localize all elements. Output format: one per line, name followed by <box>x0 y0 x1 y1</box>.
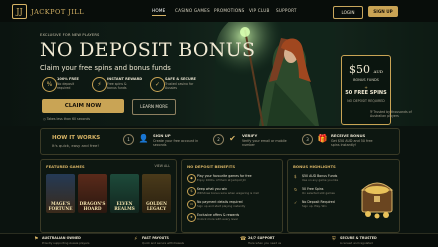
nav-support[interactable]: SUPPORT <box>276 8 297 13</box>
nav-casino-games[interactable]: CASINO GAMES <box>175 8 210 13</box>
feature-title: 100% FREE <box>57 77 79 81</box>
highlight-desc: Use on any game you like <box>302 178 339 182</box>
footer-bar: ⚑ AUSTRALIAN OWNED Proudly supporting Au… <box>0 233 438 247</box>
featured-games-title: FEATURED GAMES <box>46 164 85 169</box>
bonus-amount: $50 AUD <box>342 64 390 77</box>
hero-eyebrow: EXCLUSIVE FOR NEW PLAYERS <box>40 33 100 37</box>
game-card[interactable]: DRAGON'S HOARD <box>78 174 107 213</box>
step-desc: Verify your email or mobile number <box>242 139 287 147</box>
nav-promotions[interactable]: PROMOTIONS <box>214 8 245 13</box>
step-title: RECEIVE BONUS <box>331 133 366 138</box>
learn-more-button[interactable]: LEARN MORE <box>132 99 176 115</box>
step-title: VERIFY <box>242 133 258 138</box>
game-title: GOLDEN LEGACY <box>146 201 167 211</box>
feature-desc: Trusted casino for Aussies <box>165 82 194 90</box>
fine-print: ◷ Takes less than 60 seconds <box>43 117 90 121</box>
user-icon: 👤 <box>138 134 149 143</box>
game-title: DRAGON'S HOARD <box>79 201 106 211</box>
shield-icon: ⛨ <box>332 236 336 242</box>
sorceress-illustration <box>215 22 335 126</box>
highlight-desc: Sign up. Play. Win <box>302 204 327 208</box>
nav-vip-club[interactable]: VIP CLUB <box>249 8 270 13</box>
coin-icon: $ <box>294 174 297 179</box>
signup-button[interactable]: SIGN UP <box>368 6 398 17</box>
claim-now-button[interactable]: CLAIM NOW <box>42 99 124 113</box>
treasure-chest-icon <box>360 182 394 219</box>
joystick-icon: ◆ <box>187 174 196 183</box>
feature-title: INSTANT REWARD <box>107 77 143 81</box>
game-card[interactable]: MAGE'S FORTUNE <box>46 174 75 213</box>
bonus-highlights-panel: BONUS HIGHLIGHTS $ $50 AUD Bonus Funds U… <box>287 159 400 233</box>
logo-text: JACKPOT JILL <box>31 7 85 16</box>
footer-title: FAST PAYOUTS <box>142 236 169 240</box>
no-deposit-note: NO DEPOSIT REQUIRED <box>347 99 385 103</box>
headset-icon: ☎ <box>240 236 247 242</box>
game-title: MAGE'S FORTUNE <box>48 201 73 211</box>
logo-mark-icon: JJ <box>12 4 27 19</box>
hero-subtitle: Claim your free spins and bonus funds <box>40 64 171 72</box>
bonus-currency: AUD <box>373 69 383 74</box>
percent-icon: % <box>42 77 57 92</box>
footer-title: AUSTRALIAN OWNED <box>42 236 81 240</box>
feature-title: SAFE & SECURE <box>165 77 196 81</box>
footer-title: SECURE & TRUSTED <box>340 236 377 240</box>
highlight-desc: On selected slot games <box>302 191 335 195</box>
benefit-desc: Enjoy 1000+ of them at Jackpot Jill <box>197 178 246 182</box>
footer-desc: Quick and secure withdrawals <box>142 241 184 245</box>
login-button[interactable]: LOGIN <box>333 6 363 19</box>
featured-games-panel: FEATURED GAMES VIEW ALL MAGE'S FORTUNE D… <box>40 159 177 233</box>
game-card[interactable]: GOLDEN LEGACY <box>142 174 171 213</box>
step-number: 1 <box>123 134 134 145</box>
footer-title: 24/7 SUPPORT <box>248 236 275 240</box>
logo[interactable]: JJ JACKPOT JILL <box>12 4 84 19</box>
footer-desc: Here when you need us <box>248 241 282 245</box>
step-title: SIGN UP <box>153 133 171 138</box>
hero-title-part2: BONUS <box>178 39 256 61</box>
footer-desc: Licensed and regulated <box>340 241 373 245</box>
game-title: ELVEN REALMS <box>114 201 135 211</box>
lightning-icon: ⚡ <box>92 77 107 92</box>
game-card[interactable]: ELVEN REALMS <box>110 174 139 213</box>
gift-icon: 🎁 <box>317 134 328 143</box>
shield-icon: ✓ <box>150 77 165 92</box>
check-icon: ✓ <box>294 200 298 205</box>
benefit-desc: Withdraw bonus wins when wagering is met <box>197 191 259 195</box>
hero-title: NO DEPOSIT BONUS <box>40 39 255 61</box>
bonus-funds-label: BONUS FUNDS <box>353 78 379 82</box>
coin-icon: $ <box>187 187 196 196</box>
benefit-desc: Sign up and start playing instantly <box>197 204 246 208</box>
free-spins-label: 50 FREE SPINS <box>345 90 387 96</box>
step-number: 3 <box>302 134 313 145</box>
bonus-amount-value: $50 <box>349 63 371 76</box>
top-nav-bar: JJ JACKPOT JILL HOME CASINO GAMES PROMOT… <box>0 0 438 23</box>
feature-desc: Free spins & bonus funds <box>107 82 127 90</box>
step-desc: Get $50 AUD and 50 free spins instantly! <box>331 139 373 147</box>
trusted-text: ⛨ Trusted by thousands of Australian pla… <box>370 110 416 118</box>
flag-icon: ⚑ <box>34 236 39 242</box>
trusted-text-label: Trusted by thousands of Australian playe… <box>370 110 412 118</box>
spin-icon: ↻ <box>294 187 298 192</box>
how-it-works-panel: HOW IT WORKS It's quick, easy and free! … <box>40 128 400 155</box>
feature-desc: No deposit required <box>57 82 75 90</box>
benefit-desc: Unlock more with every level <box>197 217 238 221</box>
highlights-title: BONUS HIGHLIGHTS <box>293 164 336 169</box>
fine-print-text: Takes less than 60 seconds <box>46 117 91 121</box>
step-number: 2 <box>213 134 224 145</box>
hero-title-part1: NO DEPOSIT <box>40 39 179 61</box>
step-desc: Create your free account in seconds <box>153 139 199 147</box>
nav-home[interactable]: HOME <box>152 8 166 16</box>
no-deposit-benefits-panel: NO DEPOSIT BENEFITS ◆ Play your favourit… <box>181 159 283 233</box>
view-all-link[interactable]: VIEW ALL <box>154 164 170 168</box>
how-it-works-subtitle: It's quick, easy and free! <box>52 143 99 148</box>
lightning-icon: ⚡ <box>134 236 138 242</box>
card-icon: ▭ <box>187 200 196 209</box>
verify-icon: ✔ <box>229 134 236 143</box>
footer-desc: Proudly supporting Aussie players <box>42 241 90 245</box>
benefits-title: NO DEPOSIT BENEFITS <box>187 164 236 169</box>
star-icon: ★ <box>187 213 196 222</box>
how-it-works-title: HOW IT WORKS <box>52 135 101 141</box>
